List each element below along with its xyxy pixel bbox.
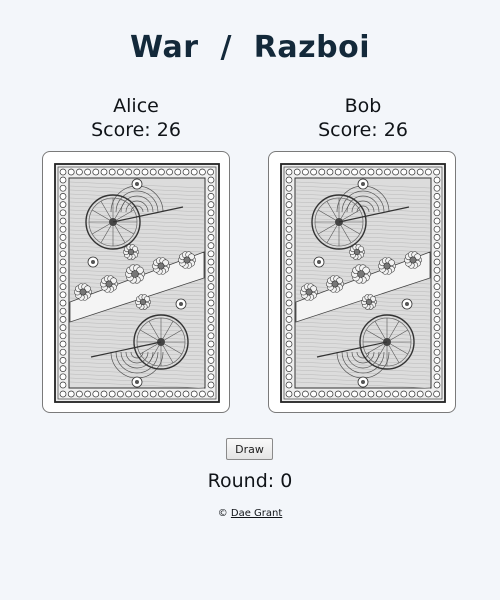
player-name: Bob: [344, 95, 382, 117]
score-value: 26: [383, 119, 408, 141]
player-score: Score: 26: [41, 118, 231, 142]
card-back-ornate-icon: [54, 163, 220, 403]
copyright-icon: ©: [217, 508, 228, 519]
player-name: Alice: [113, 95, 159, 117]
author-link[interactable]: Dae Grant: [231, 508, 282, 519]
player-bob: Bob Score: 26: [268, 94, 458, 142]
draw-button[interactable]: Draw: [226, 438, 273, 460]
credit: © Dae Grant: [0, 508, 500, 519]
score-label: Score:: [91, 119, 151, 141]
round-value: 0: [280, 470, 293, 492]
player-alice: Alice Score: 26: [41, 94, 231, 142]
player-score: Score: 26: [268, 118, 458, 142]
alice-card: [42, 151, 230, 413]
score-value: 26: [156, 119, 181, 141]
round-label: Round:: [207, 470, 275, 492]
card-back-ornate-icon: [280, 163, 446, 403]
bob-card: [268, 151, 456, 413]
score-label: Score:: [318, 119, 378, 141]
round-counter: Round: 0: [0, 470, 500, 492]
game-title: War / Razboi: [130, 30, 370, 65]
